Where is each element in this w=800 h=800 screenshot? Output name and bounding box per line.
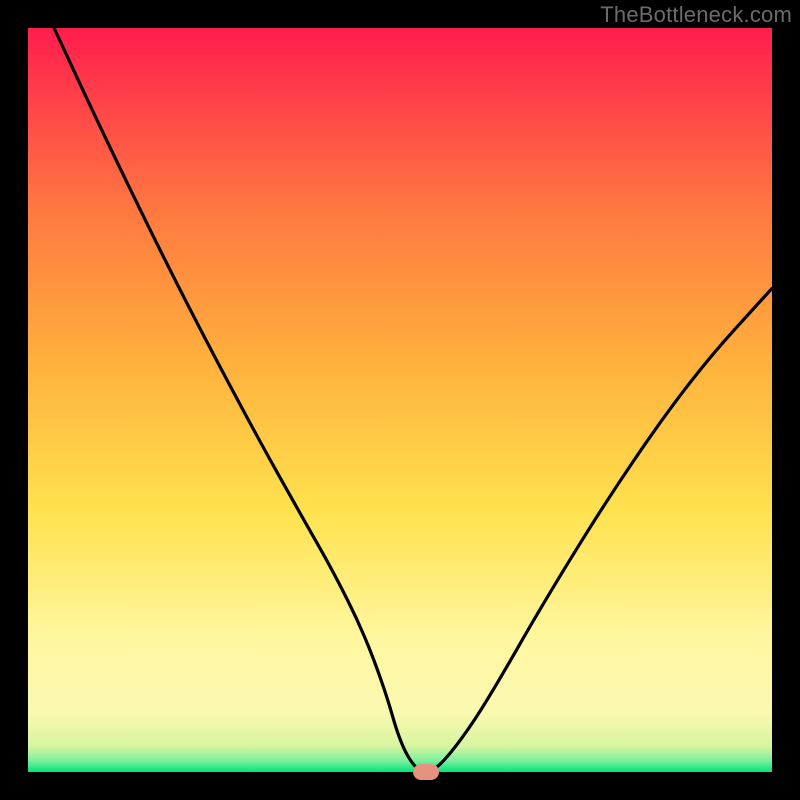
bottleneck-chart-svg [0,0,800,800]
watermark-label: TheBottleneck.com [600,2,792,28]
bottleneck-marker [413,764,439,780]
plot-background [28,28,772,772]
chart-container: TheBottleneck.com [0,0,800,800]
